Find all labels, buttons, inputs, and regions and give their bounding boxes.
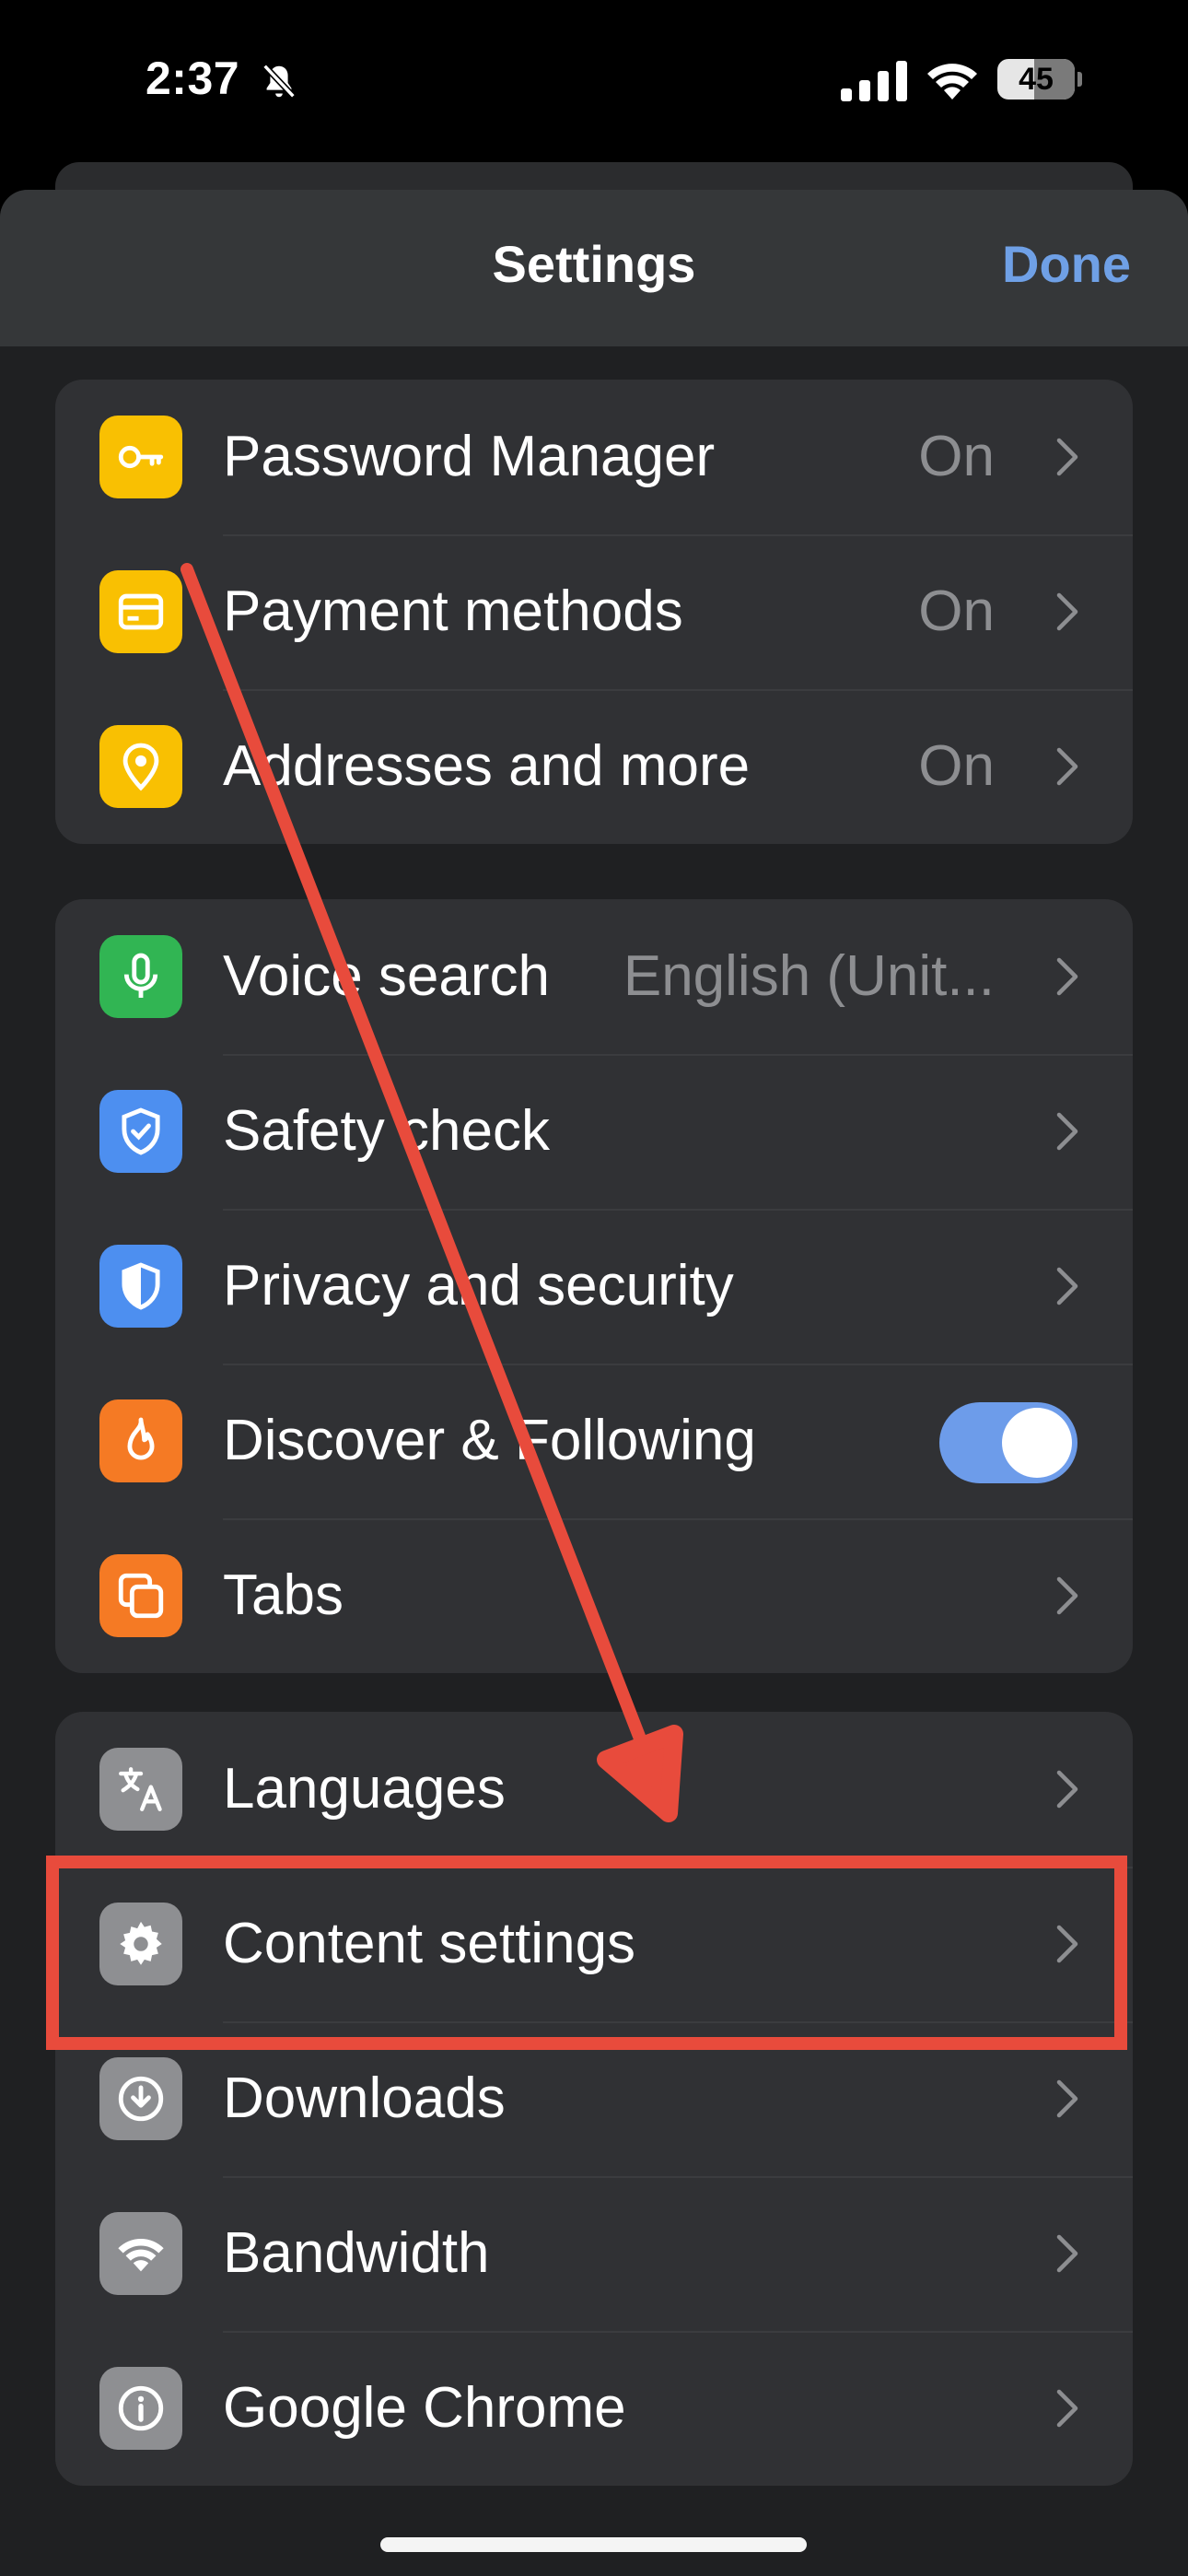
row-label: Payment methods — [223, 580, 683, 643]
row-bandwidth[interactable]: Bandwidth — [55, 2176, 1133, 2331]
row-label: Discover & Following — [223, 1409, 756, 1472]
toggle-knob — [1002, 1408, 1072, 1478]
row-safety-check[interactable]: Safety check — [55, 1054, 1133, 1209]
chevron-right-icon — [1056, 1925, 1078, 1963]
row-discover-following[interactable]: Discover & Following — [55, 1364, 1133, 1518]
settings-group-advanced: Languages Content settings Downloads Ban… — [55, 1712, 1133, 2486]
row-password-manager[interactable]: Password Manager On — [55, 380, 1133, 534]
chevron-right-icon — [1056, 2234, 1078, 2273]
chevron-right-icon — [1056, 1267, 1078, 1306]
battery-level: 45 — [1019, 62, 1054, 97]
key-icon — [99, 416, 182, 498]
info-icon — [99, 2367, 182, 2450]
row-label: Languages — [223, 1757, 506, 1821]
row-value: On — [918, 580, 995, 643]
flame-icon — [99, 1399, 182, 1482]
chevron-right-icon — [1056, 957, 1078, 996]
row-label: Safety check — [223, 1099, 550, 1163]
row-google-chrome[interactable]: Google Chrome — [55, 2331, 1133, 2486]
row-label: Bandwidth — [223, 2221, 490, 2285]
cellular-signal-icon — [841, 61, 907, 101]
settings-group-general: Voice search English (Unit... Safety che… — [55, 899, 1133, 1673]
location-pin-icon — [99, 725, 182, 808]
settings-sheet: Settings Done Password Manager On Paymen… — [0, 190, 1188, 2576]
home-indicator — [380, 2537, 807, 2552]
chevron-right-icon — [1056, 438, 1078, 476]
row-label: Content settings — [223, 1912, 636, 1975]
row-privacy-security[interactable]: Privacy and security — [55, 1209, 1133, 1364]
chevron-right-icon — [1056, 1112, 1078, 1151]
translate-icon — [99, 1748, 182, 1831]
shield-icon — [99, 1245, 182, 1328]
row-value: On — [918, 734, 995, 798]
battery-icon: 45 — [997, 59, 1082, 100]
chevron-right-icon — [1056, 1576, 1078, 1615]
row-label: Voice search — [223, 944, 550, 1008]
row-voice-search[interactable]: Voice search English (Unit... — [55, 899, 1133, 1054]
status-time: 2:37 — [146, 53, 240, 104]
microphone-icon — [99, 935, 182, 1018]
download-icon — [99, 2057, 182, 2140]
tabs-icon — [99, 1554, 182, 1637]
row-label: Google Chrome — [223, 2376, 626, 2440]
credit-card-icon — [99, 570, 182, 653]
bell-slash-icon — [262, 64, 296, 99]
row-label: Addresses and more — [223, 734, 751, 798]
row-tabs[interactable]: Tabs — [55, 1518, 1133, 1673]
shield-check-icon — [99, 1090, 182, 1173]
row-payment-methods[interactable]: Payment methods On — [55, 534, 1133, 689]
chevron-right-icon — [1056, 2079, 1078, 2118]
settings-group-autofill: Password Manager On Payment methods On A… — [55, 380, 1133, 844]
wifi-icon — [99, 2212, 182, 2295]
done-button[interactable]: Done — [1002, 234, 1131, 294]
status-bar: 2:37 45 — [0, 0, 1188, 157]
row-label: Tabs — [223, 1563, 344, 1627]
row-value: On — [918, 425, 995, 488]
chevron-right-icon — [1056, 2389, 1078, 2428]
row-value: English (Unit... — [623, 944, 995, 1008]
chevron-right-icon — [1056, 592, 1078, 631]
row-label: Password Manager — [223, 425, 716, 488]
row-content-settings[interactable]: Content settings — [55, 1867, 1133, 2021]
sheet-header: Settings Done — [0, 190, 1188, 346]
row-addresses[interactable]: Addresses and more On — [55, 689, 1133, 844]
chevron-right-icon — [1056, 1770, 1078, 1809]
row-label: Privacy and security — [223, 1254, 734, 1317]
row-languages[interactable]: Languages — [55, 1712, 1133, 1867]
gear-icon — [99, 1903, 182, 1985]
chevron-right-icon — [1056, 747, 1078, 786]
row-label: Downloads — [223, 2067, 506, 2130]
row-downloads[interactable]: Downloads — [55, 2021, 1133, 2176]
discover-toggle[interactable] — [939, 1402, 1077, 1483]
wifi-icon — [927, 64, 977, 100]
